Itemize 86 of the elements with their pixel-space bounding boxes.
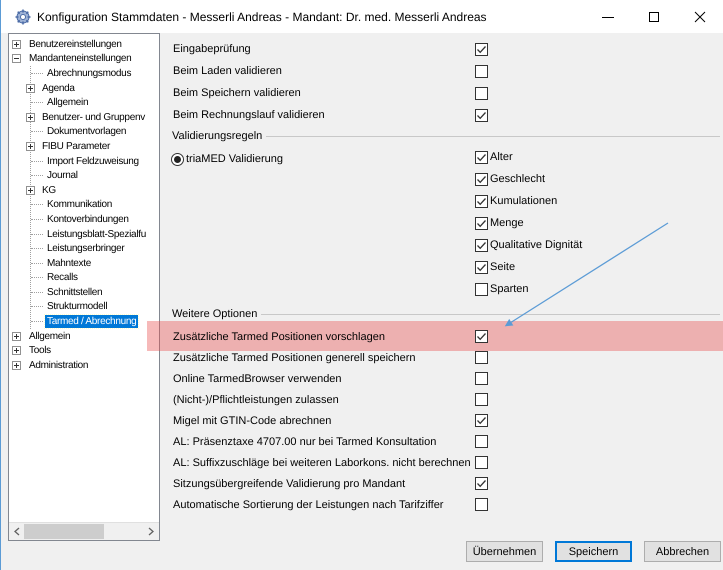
option-label: Online TarmedBrowser verwenden	[173, 372, 343, 384]
checkbox[interactable]	[475, 372, 488, 385]
option-label: Beim Laden validieren	[173, 65, 283, 77]
checkbox-label: Alter	[490, 151, 513, 163]
option-label: (Nicht-)/Pflichtleistungen zulassen	[173, 394, 340, 406]
tree-item[interactable]: Benutzer- und Gruppenv	[40, 110, 147, 124]
checkbox[interactable]	[475, 86, 488, 100]
tree-item[interactable]: Administration	[27, 358, 90, 372]
checkbox[interactable]	[475, 351, 488, 364]
checkbox-label: Kumulationen	[490, 195, 558, 207]
option-label: Automatische Sortierung der Leistungen nach Tarifziffer	[173, 498, 444, 510]
tree-item[interactable]: Schnittstellen	[45, 286, 104, 299]
radio-label: triaMED Validierung	[186, 153, 284, 165]
checkbox[interactable]	[475, 260, 488, 274]
checkbox[interactable]	[475, 456, 488, 469]
plus-icon[interactable]	[26, 112, 35, 122]
tree-item[interactable]: Recalls	[45, 271, 80, 284]
window-title: Konfiguration Stammdaten - Messerli Andreas - Mandant: Dr. med. Messerli Andreas	[37, 10, 488, 24]
plus-icon[interactable]	[12, 332, 21, 341]
tree-item[interactable]: Allgemein	[27, 330, 72, 343]
checkbox[interactable]	[475, 498, 488, 511]
checkbox[interactable]	[475, 393, 488, 406]
tree-item[interactable]: Strukturmodell	[45, 300, 110, 314]
checkbox[interactable]	[475, 330, 488, 343]
checkbox[interactable]	[475, 42, 488, 56]
option-label: Beim Speichern validieren	[173, 87, 302, 99]
tree-item[interactable]: Benutzereinstellungen	[27, 38, 124, 51]
checkbox[interactable]	[475, 435, 488, 448]
tree-item[interactable]: FIBU Parameter	[40, 140, 112, 153]
tree-item[interactable]: Mahntexte	[45, 256, 93, 270]
dialog-button[interactable]: Abbrechen	[644, 541, 721, 562]
plus-icon[interactable]	[12, 40, 21, 49]
section-title: Validierungsregeln	[172, 130, 262, 142]
checkbox[interactable]	[475, 64, 488, 78]
option-label: Zusätzliche Tarmed Positionen vorschlagen	[173, 330, 386, 342]
checkbox[interactable]	[475, 108, 488, 122]
checkbox[interactable]	[475, 477, 488, 490]
tree-item[interactable]: Leistungsblatt-Spezialfu	[45, 228, 148, 241]
checkbox[interactable]	[475, 194, 488, 208]
dialog-button[interactable]: Speichern	[555, 541, 632, 562]
option-label: Beim Rechnungslauf validieren	[173, 109, 326, 121]
tree-item[interactable]: Agenda	[40, 82, 77, 95]
option-label: Zusätzliche Tarmed Positionen generell speichern	[173, 352, 417, 364]
checkbox-label: Geschlecht	[490, 173, 546, 185]
tree-item[interactable]: Allgemein	[45, 96, 90, 110]
gear-icon	[15, 8, 31, 24]
tree-item[interactable]: Tools	[27, 344, 53, 358]
option-label: Eingabeprüfung	[173, 43, 252, 55]
tree-item[interactable]: Mandanteneinstellungen	[27, 52, 134, 66]
plus-icon[interactable]	[26, 186, 35, 195]
maximize-icon[interactable]	[648, 10, 660, 22]
scroll-right-icon[interactable]	[148, 527, 155, 536]
scrollbar-thumb[interactable]	[24, 524, 104, 539]
checkbox[interactable]	[475, 282, 488, 296]
tree-item[interactable]: Import Feldzuweisung	[45, 154, 141, 168]
plus-icon[interactable]	[26, 84, 35, 93]
checkbox-label: Qualitative Dignität	[490, 239, 582, 251]
checkbox[interactable]	[475, 172, 488, 186]
tree-item[interactable]: Tarmed / Abrechnung	[45, 315, 138, 328]
option-label: Migel mit GTIN-Code abrechnen	[173, 414, 332, 426]
section-title: Weitere Optionen	[172, 308, 258, 320]
option-label: AL: Suffixzuschläge bei weiteren Laborkons. nicht berechnen	[173, 456, 472, 468]
close-icon[interactable]	[694, 10, 706, 22]
checkbox[interactable]	[475, 216, 488, 230]
minus-icon[interactable]	[12, 54, 21, 64]
option-label: Sitzungsübergreifende Validierung pro Mandant	[173, 478, 406, 490]
plus-icon[interactable]	[12, 360, 21, 370]
tree-item[interactable]: KG	[40, 184, 58, 197]
tree-item[interactable]: Journal	[45, 169, 80, 182]
plus-icon[interactable]	[12, 346, 21, 356]
checkbox-label: Seite	[490, 261, 516, 273]
checkbox[interactable]	[475, 150, 488, 164]
checkbox[interactable]	[475, 414, 488, 427]
tree-item[interactable]: Leistungserbringer	[45, 242, 126, 256]
checkbox-label: Menge	[490, 217, 524, 229]
tree-item[interactable]: Abrechnungsmodus	[45, 66, 134, 80]
dialog-button[interactable]: Übernehmen	[466, 541, 543, 562]
radio-button[interactable]	[171, 152, 184, 166]
tree-item[interactable]: Dokumentvorlagen	[45, 125, 128, 138]
checkbox[interactable]	[475, 238, 488, 252]
tree-item[interactable]: Kontoverbindungen	[45, 212, 131, 226]
checkbox-label: Sparten	[490, 283, 529, 295]
tree-item[interactable]: Kommunikation	[45, 198, 114, 212]
option-label: AL: Präsenztaxe 4707.00 nur bei Tarmed Konsultation	[173, 436, 438, 448]
scroll-left-icon[interactable]	[13, 527, 20, 536]
plus-icon[interactable]	[26, 142, 35, 151]
